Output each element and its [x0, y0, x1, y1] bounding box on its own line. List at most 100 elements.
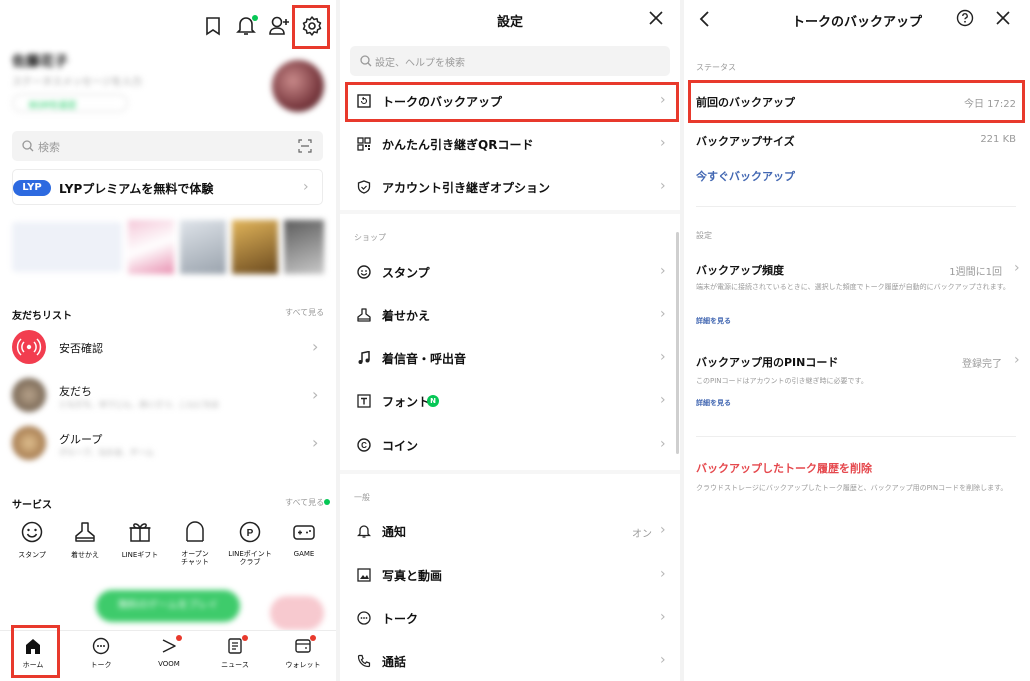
bookmark-icon[interactable] [204, 16, 222, 36]
highlight-last-backup [688, 80, 1025, 123]
lyp-premium-banner[interactable]: LYP LYPプレミアムを無料で体験 › [12, 169, 323, 205]
scan-icon[interactable] [298, 139, 312, 153]
tab-wallet[interactable]: ウォレット [282, 635, 324, 670]
chevron-right-icon: › [312, 433, 319, 452]
promo-thumb[interactable] [180, 220, 226, 274]
chevron-right-icon: › [660, 609, 666, 625]
settings-item-coins[interactable]: C コイン › [340, 428, 680, 462]
add-friend-icon[interactable] [268, 15, 290, 36]
chevron-right-icon: › [660, 349, 666, 365]
status-message[interactable]: ステータスメッセージを入力 [12, 73, 142, 88]
list-item-label: グループ [59, 433, 103, 446]
talk-backup-screen: トークのバックアップ ステータス 前回のバックアップ 今日 17:22 バックア… [684, 0, 1030, 681]
delete-backup-button[interactable]: バックアップしたトーク履歴を削除 [696, 460, 872, 476]
qr-code-icon [357, 137, 371, 151]
profile-name[interactable]: 佐藤花子 [12, 51, 68, 71]
settings-item-qr-transfer[interactable]: かんたん引き継ぎQRコード › [340, 127, 680, 161]
game-icon [292, 520, 316, 544]
service-sticker[interactable]: スタンプ [8, 520, 56, 560]
service-theme[interactable]: 着せかえ [61, 520, 109, 560]
promo-thumb[interactable] [232, 220, 278, 274]
help-icon[interactable] [956, 9, 974, 27]
close-icon[interactable] [648, 10, 664, 26]
settings-item-chats[interactable]: トーク › [340, 601, 680, 635]
list-item[interactable]: 安否確認 › [12, 330, 324, 366]
settings-item-account-transfer[interactable]: アカウント引き継ぎオプション › [340, 170, 680, 204]
chevron-right-icon: › [312, 337, 319, 356]
phone-icon [357, 654, 371, 668]
avatar[interactable] [272, 60, 324, 112]
notification-bell-icon[interactable] [236, 15, 258, 36]
search-icon [360, 55, 372, 67]
close-icon[interactable] [995, 10, 1011, 26]
settings-item-notifications[interactable]: 通知 オン › [340, 514, 680, 548]
settings-search-bar[interactable]: 設定、ヘルプを検索 [350, 46, 670, 76]
service-openchat[interactable]: オープン チャット [170, 520, 220, 567]
chevron-right-icon: › [660, 436, 666, 452]
home-screen: 佐藤花子 ステータスメッセージを入力 BGMを設定 検索 LYP LYPプレミア… [0, 0, 336, 681]
pin-label: バックアップ用のPINコード [696, 356, 839, 369]
tab-news[interactable]: ニュース [216, 635, 254, 670]
service-label: LINEギフト [121, 551, 159, 559]
friend-avatar [12, 378, 46, 412]
promo-thumb[interactable] [128, 220, 174, 274]
frequency-details-link[interactable]: 詳細を見る [696, 316, 731, 326]
scrollbar[interactable] [676, 232, 679, 454]
list-item[interactable]: 友だち ともだち、ゆうじん、あいさつ、こんにちは › [12, 378, 324, 414]
pin-details-link[interactable]: 詳細を見る [696, 398, 731, 408]
voom-icon [160, 635, 182, 655]
divider [696, 206, 1016, 207]
service-gift[interactable]: LINEギフト [114, 520, 166, 560]
promo-card[interactable] [12, 222, 122, 272]
coin-icon: C [357, 438, 371, 452]
page-title: トークのバックアップ [791, 15, 922, 30]
music-chip[interactable]: BGMを設定 [12, 94, 128, 112]
chevron-right-icon: › [660, 178, 666, 194]
settings-item-label: 着せかえ [382, 309, 431, 323]
group-avatar [12, 426, 46, 460]
new-badge: N [427, 395, 439, 407]
settings-item-stickers[interactable]: スタンプ › [340, 255, 680, 289]
settings-item-themes[interactable]: 着せかえ › [340, 298, 680, 332]
settings-item-calls[interactable]: 通話 › [340, 644, 680, 678]
tab-talk[interactable]: トーク [82, 637, 120, 670]
settings-item-label: トーク [382, 612, 419, 626]
list-item-sub: ともだち、ゆうじん、あいさつ、こんにちは [59, 400, 219, 409]
open-chat-icon [183, 520, 207, 544]
see-all-link[interactable]: すべて見る [285, 307, 324, 318]
list-item[interactable]: グループ グループ、なかま、チーム › [12, 426, 324, 462]
chevron-right-icon: › [1014, 352, 1020, 368]
settings-item-photos-videos[interactable]: 写真と動画 › [340, 558, 680, 592]
tab-voom[interactable]: VOOM [150, 635, 188, 668]
section-divider [340, 210, 680, 214]
list-item-label: 安否確認 [59, 342, 103, 355]
smiley-icon [20, 520, 44, 544]
photo-icon [357, 568, 371, 582]
section-header-settings: 設定 [696, 231, 712, 240]
chevron-right-icon: › [660, 522, 666, 538]
chevron-right-icon: › [303, 179, 309, 195]
delete-description: クラウドストレージにバックアップしたトーク履歴と、バックアップ用のPINコードを… [696, 484, 1008, 492]
backup-size-row: バックアップサイズ 221 KB [684, 125, 1030, 155]
points-icon: P [238, 520, 262, 544]
promo-button[interactable]: 無料のゲームをプレイ [96, 590, 240, 622]
tab-label: ニュース [221, 661, 249, 669]
service-points[interactable]: P LINEポイント クラブ [224, 520, 276, 567]
highlight-settings [292, 5, 330, 49]
settings-item-fonts[interactable]: フォント N › [340, 384, 680, 418]
settings-item-ringtones[interactable]: 着信音・呼出音 › [340, 341, 680, 375]
friends-section-title: 友だちリスト [12, 311, 72, 322]
backup-now-button[interactable]: 今すぐバックアップ [696, 168, 795, 184]
backup-size-value: 221 KB [980, 134, 1016, 145]
svg-text:P: P [247, 528, 254, 539]
services-see-all-link[interactable]: すべて見る [285, 497, 324, 508]
promo-decoration [270, 596, 324, 630]
shield-icon [357, 180, 371, 194]
search-bar[interactable]: 検索 [12, 131, 323, 161]
music-note-icon [357, 351, 371, 365]
service-game[interactable]: GAME [280, 520, 328, 558]
backup-frequency-row[interactable]: バックアップ頻度 1週間に1回 › 端末が電源に接続されているときに、選択した頻… [684, 256, 1030, 330]
settings-item-label: スタンプ [382, 266, 430, 280]
promo-thumb[interactable] [284, 220, 324, 274]
backup-pin-row[interactable]: バックアップ用のPINコード 登録完了 › このPINコードはアカウントの引き継… [684, 350, 1030, 414]
